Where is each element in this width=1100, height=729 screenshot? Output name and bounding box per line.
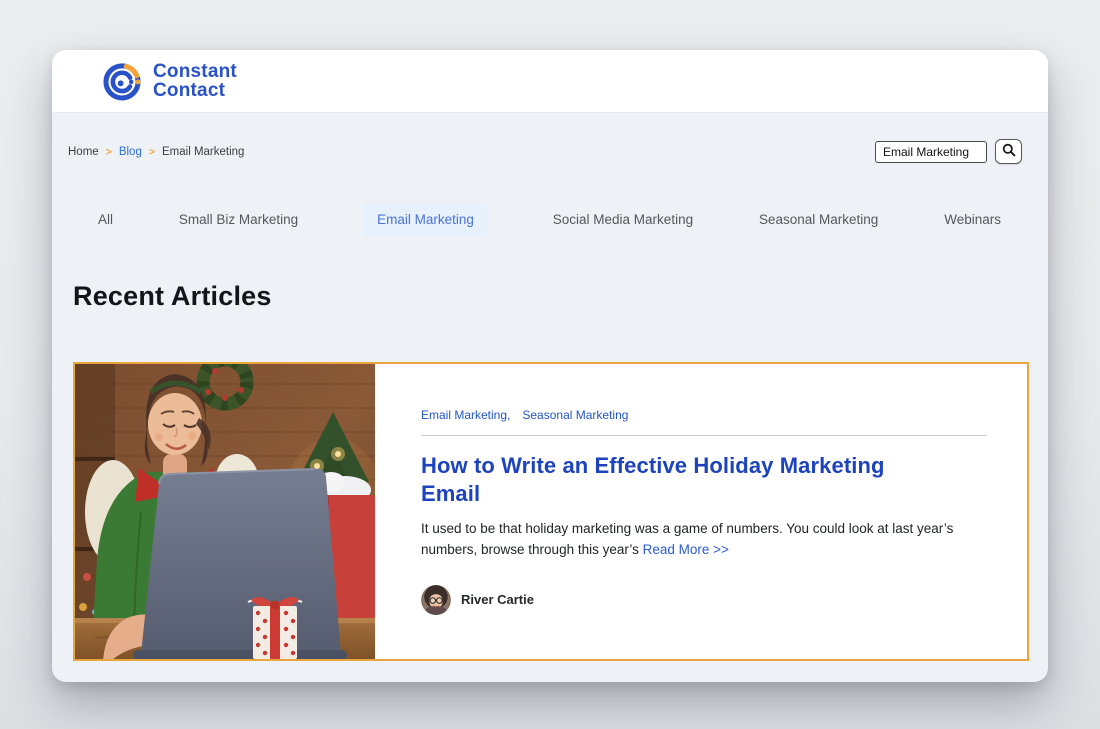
author-row: River Cartie	[421, 584, 987, 615]
browser-window: Constant Contact Home > Blog > Email Mar…	[52, 50, 1048, 682]
article-image[interactable]	[75, 364, 375, 659]
nav-item-small-biz-marketing[interactable]: Small Biz Marketing	[179, 212, 298, 227]
constant-contact-logo[interactable]: Constant Contact	[100, 59, 237, 103]
search-area	[875, 139, 1022, 164]
author-avatar[interactable]	[421, 584, 451, 615]
nav-item-seasonal-marketing[interactable]: Seasonal Marketing	[759, 212, 878, 227]
search-button[interactable]	[995, 139, 1022, 164]
breadcrumb: Home > Blog > Email Marketing	[68, 146, 244, 158]
breadcrumb-separator-icon: >	[148, 145, 155, 158]
category-link-email-marketing[interactable]: Email Marketing,	[421, 408, 510, 422]
article-content: Email Marketing, Seasonal Marketing How …	[375, 364, 1027, 659]
read-more-link[interactable]: Read More >>	[643, 542, 729, 557]
article-excerpt: It used to be that holiday marketing was…	[421, 519, 981, 561]
article-title-link[interactable]: How to Write an Effective Holiday Market…	[421, 452, 926, 508]
nav-item-webinars[interactable]: Webinars	[944, 212, 1001, 227]
nav-item-email-marketing[interactable]: Email Marketing	[364, 202, 487, 237]
page-title: Recent Articles	[73, 281, 272, 311]
nav-item-social-media-marketing[interactable]: Social Media Marketing	[553, 212, 693, 227]
holiday-photo-illustration	[75, 364, 375, 659]
topbar: Home > Blog > Email Marketing	[52, 139, 1048, 164]
nav-item-all[interactable]: All	[98, 212, 113, 227]
search-input[interactable]	[875, 140, 987, 163]
breadcrumb-separator-icon: >	[105, 145, 112, 158]
breadcrumb-home[interactable]: Home	[68, 146, 99, 158]
breadcrumb-current: Email Marketing	[162, 145, 245, 158]
article-categories: Email Marketing, Seasonal Marketing	[421, 408, 987, 422]
divider	[421, 435, 987, 436]
magnifier-icon	[1002, 143, 1016, 160]
category-nav: All Small Biz Marketing Email Marketing …	[52, 202, 1048, 237]
constant-contact-logo-icon	[100, 59, 144, 103]
breadcrumb-blog[interactable]: Blog	[119, 146, 142, 158]
site-header: Constant Contact	[52, 50, 1048, 113]
category-link-seasonal-marketing[interactable]: Seasonal Marketing	[522, 408, 628, 422]
author-name[interactable]: River Cartie	[461, 592, 534, 607]
article-card: Email Marketing, Seasonal Marketing How …	[73, 362, 1029, 661]
logo-wordmark: Constant Contact	[153, 61, 237, 101]
